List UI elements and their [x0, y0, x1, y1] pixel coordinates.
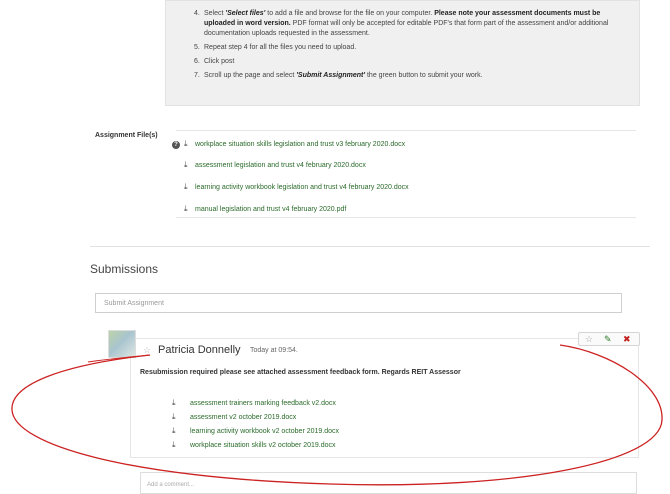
instructions-panel: 4. Select 'Select files' to add a file a…: [165, 0, 640, 106]
attachment-name[interactable]: assessment v2 october 2019.docx: [190, 414, 296, 421]
file-name[interactable]: learning activity workbook legislation a…: [195, 184, 409, 191]
post-timestamp: Today at 09:54.: [250, 347, 298, 354]
attachment-name[interactable]: workplace situation skills v2 october 20…: [190, 442, 336, 449]
step-text: to add a file and browse for the file on…: [265, 10, 435, 17]
step-emphasis: 'Select files': [225, 10, 266, 17]
download-icon: ⤓: [172, 440, 176, 449]
assignment-files-label: Assignment File(s): [95, 132, 158, 139]
step-number: 5.: [194, 44, 200, 51]
submit-assignment-input[interactable]: Submit Assignment: [95, 293, 622, 313]
comment-input[interactable]: Add a comment...: [140, 472, 637, 494]
step-text: Repeat step 4 for all the files you need…: [204, 44, 357, 51]
instruction-step-6: 6. Click post: [194, 57, 631, 67]
attachment-name[interactable]: learning activity workbook v2 october 20…: [190, 428, 339, 435]
download-icon: ⤓: [172, 426, 176, 435]
post-attachment-link[interactable]: ⤓ assessment v2 october 2019.docx: [172, 412, 296, 422]
download-icon: ⤓: [184, 139, 188, 148]
step-number: 6.: [194, 58, 200, 65]
assignment-file-link[interactable]: ⤓ learning activity workbook legislation …: [184, 182, 409, 192]
file-name[interactable]: assessment legislation and trust v4 febr…: [195, 162, 366, 169]
step-text: Click post: [204, 58, 235, 65]
download-icon: ⤓: [172, 412, 176, 421]
instruction-step-5: 5. Repeat step 4 for all the files you n…: [194, 43, 631, 53]
pencil-icon[interactable]: ✎: [604, 333, 612, 345]
post-attachment-link[interactable]: ⤓ assessment trainers marking feedback v2…: [172, 398, 336, 408]
avatar[interactable]: [108, 330, 136, 358]
download-icon: ⤓: [184, 204, 188, 213]
submissions-heading: Submissions: [90, 262, 159, 276]
attachment-name[interactable]: assessment trainers marking feedback v2.…: [190, 400, 336, 407]
favorite-star-icon[interactable]: ☆: [585, 333, 593, 345]
assignment-file-link[interactable]: ⤓ assessment legislation and trust v4 feb…: [184, 160, 366, 170]
post-author[interactable]: Patricia Donnelly: [158, 344, 241, 356]
download-icon: ⤓: [184, 182, 188, 191]
eye-slash-icon[interactable]: ✖: [623, 333, 631, 345]
post-action-bar: ☆ ✎ ✖: [578, 332, 640, 346]
star-icon[interactable]: ☆: [143, 345, 151, 356]
post-attachment-link[interactable]: ⤓ workplace situation skills v2 october 2…: [172, 440, 336, 450]
post-attachment-link[interactable]: ⤓ learning activity workbook v2 october 2…: [172, 426, 339, 436]
assignment-files-list: ⤓ workplace situation skills legislation …: [176, 130, 636, 218]
step-emphasis: 'Submit Assignment': [296, 72, 366, 79]
download-icon: ⤓: [184, 160, 188, 169]
assignment-file-link[interactable]: ⤓ manual legislation and trust v4 februar…: [184, 204, 346, 214]
file-name[interactable]: manual legislation and trust v4 february…: [195, 206, 346, 213]
instruction-step-7: 7. Scroll up the page and select 'Submit…: [194, 71, 631, 81]
step-number: 7.: [194, 72, 200, 79]
section-divider: [90, 246, 650, 247]
step-text: Select: [204, 10, 226, 17]
step-text: the green button to submit your work.: [365, 72, 483, 79]
post-message: Resubmission required please see attache…: [140, 369, 461, 376]
instruction-step-4: 4. Select 'Select files' to add a file a…: [194, 9, 631, 39]
assignment-file-link[interactable]: ⤓ workplace situation skills legislation …: [184, 139, 405, 149]
download-icon: ⤓: [172, 398, 176, 407]
step-text: Scroll up the page and select: [204, 72, 297, 79]
step-number: 4.: [194, 10, 200, 17]
file-name[interactable]: workplace situation skills legislation a…: [195, 141, 405, 148]
